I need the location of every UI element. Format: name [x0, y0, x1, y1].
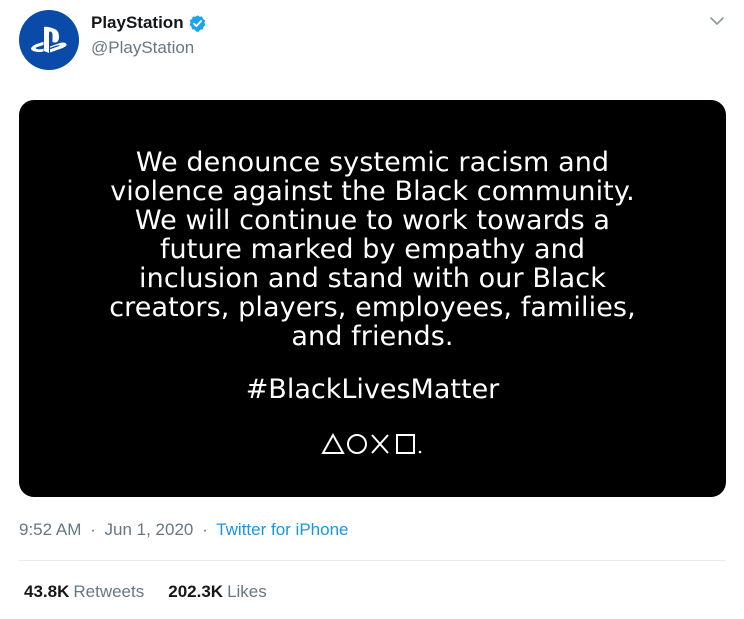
statement-line: creators, players, employees, families,: [109, 292, 636, 323]
statement-text: We denounce systemic racism and violence…: [19, 148, 726, 351]
author-handle[interactable]: @PlayStation: [91, 37, 194, 59]
likes-label: Likes: [227, 582, 267, 601]
tweet-date[interactable]: Jun 1, 2020: [105, 520, 194, 539]
statement-line: inclusion and stand with our Black: [139, 263, 606, 294]
retweets-stat[interactable]: 43.8K Retweets: [24, 581, 144, 603]
statement-line: and friends.: [291, 321, 454, 352]
tweet-stats: 43.8K Retweets 202.3K Likes: [24, 581, 291, 603]
tweet-image[interactable]: We denounce systemic racism and violence…: [19, 100, 726, 497]
meta-separator: ·: [90, 520, 96, 539]
tweet-meta: 9:52 AM · Jun 1, 2020 · Twitter for iPho…: [19, 519, 348, 541]
retweets-label: Retweets: [73, 582, 145, 601]
verified-badge-icon: [189, 14, 206, 32]
author-name-row[interactable]: PlayStation: [91, 12, 207, 34]
retweets-count: 43.8K: [24, 582, 70, 601]
statement-line: We denounce systemic racism and: [135, 147, 610, 178]
tweet-source-link[interactable]: Twitter for iPhone: [216, 520, 348, 539]
divider: [19, 560, 726, 561]
playstation-shapes-icon: [321, 433, 422, 454]
playstation-logo-icon: [31, 26, 67, 53]
likes-stat[interactable]: 202.3K Likes: [168, 581, 267, 603]
likes-count: 202.3K: [168, 582, 224, 601]
statement-line: future marked by empathy and: [159, 234, 586, 265]
statement-line: We will continue to work towards a: [134, 205, 611, 236]
meta-separator: ·: [202, 520, 208, 539]
hashtag-text: #BlackLivesMatter: [245, 374, 500, 405]
statement-line: violence against the Black community.: [110, 176, 635, 207]
display-name[interactable]: PlayStation: [91, 12, 184, 34]
avatar[interactable]: [19, 10, 79, 70]
chevron-down-icon[interactable]: [708, 12, 726, 30]
tweet-time[interactable]: 9:52 AM: [19, 520, 81, 539]
